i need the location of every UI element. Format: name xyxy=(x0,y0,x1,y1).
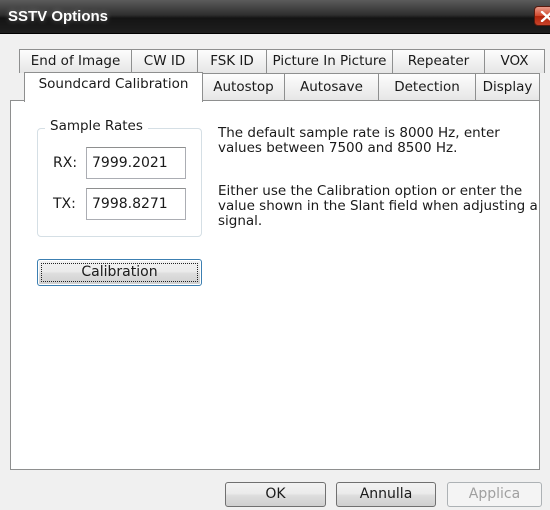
calibration-button[interactable]: Calibration xyxy=(37,259,202,286)
close-button[interactable] xyxy=(534,6,550,26)
window-title: SSTV Options xyxy=(8,8,109,25)
tab-picture-in-picture[interactable]: Picture In Picture xyxy=(266,49,393,73)
calibration-info-text: Either use the Calibration option or ent… xyxy=(218,183,538,229)
tab-repeater[interactable]: Repeater xyxy=(392,49,485,73)
ok-button[interactable]: OK xyxy=(225,482,326,507)
tab-display[interactable]: Display xyxy=(475,73,540,100)
sample-rates-legend: Sample Rates xyxy=(45,118,148,134)
tab-soundcard-calibration[interactable]: Soundcard Calibration xyxy=(24,72,203,102)
rx-sample-rate-input[interactable]: 7999.2021 xyxy=(86,147,186,179)
tab-autostop[interactable]: Autostop xyxy=(202,73,285,100)
sample-rates-groupbox xyxy=(37,128,202,237)
close-icon xyxy=(540,11,550,22)
tab-vox[interactable]: VOX xyxy=(484,49,545,73)
cancel-button[interactable]: Annulla xyxy=(336,482,436,507)
tab-cw-id[interactable]: CW ID xyxy=(131,49,198,73)
tab-fsk-id[interactable]: FSK ID xyxy=(197,49,267,73)
tab-end-of-image[interactable]: End of Image xyxy=(19,49,132,73)
rx-label: RX: xyxy=(53,155,78,171)
tx-label: TX: xyxy=(53,196,76,212)
tx-sample-rate-input[interactable]: 7998.8271 xyxy=(86,188,186,220)
sstv-options-dialog: SSTV Options End of Image CW ID FSK ID P… xyxy=(0,0,550,510)
default-rate-info-text: The default sample rate is 8000 Hz, ente… xyxy=(218,125,500,156)
apply-button[interactable]: Applica xyxy=(447,482,542,507)
tab-autosave[interactable]: Autosave xyxy=(284,73,379,100)
title-bar: SSTV Options xyxy=(0,0,550,34)
tab-detection[interactable]: Detection xyxy=(378,73,476,100)
